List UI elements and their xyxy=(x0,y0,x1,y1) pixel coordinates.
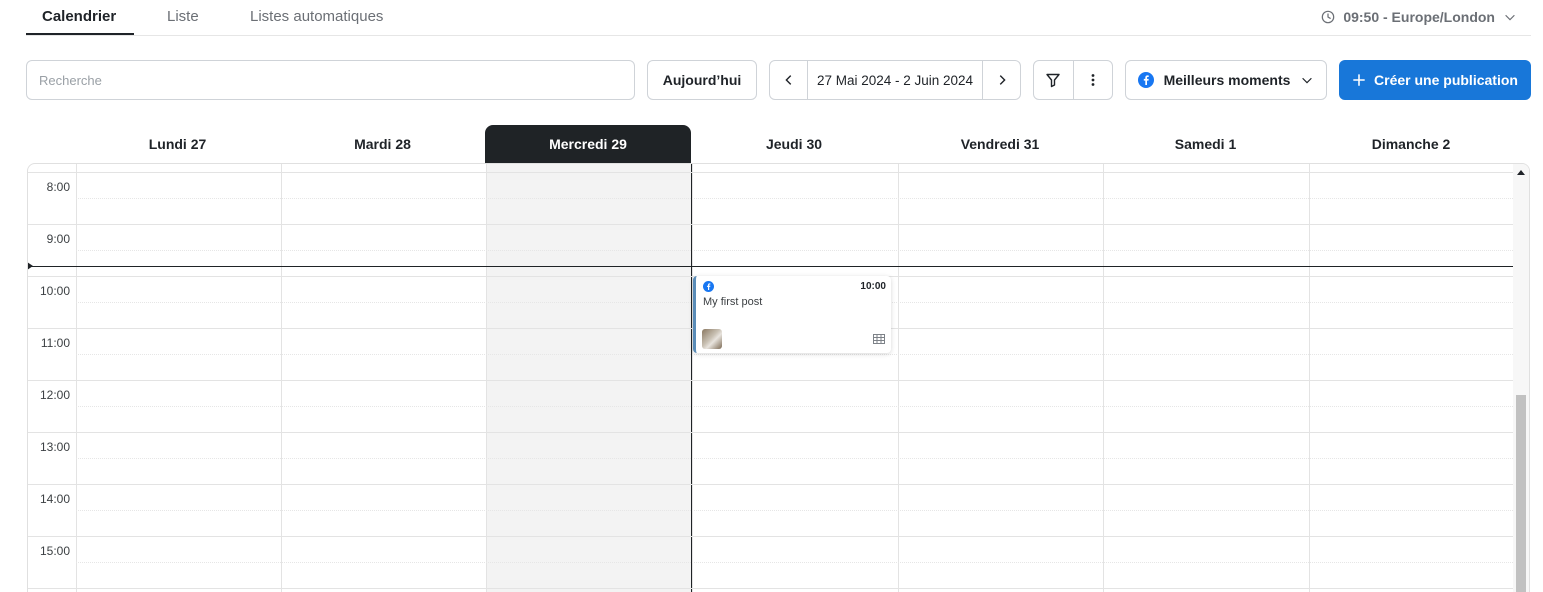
active-tab-indicator xyxy=(26,33,134,35)
scheduled-post-card[interactable]: 10:00 My first post xyxy=(693,276,891,353)
table-grid-icon xyxy=(873,334,885,344)
hour-label: 14:00 xyxy=(39,492,70,506)
create-post-label: Créer une publication xyxy=(1374,72,1518,88)
column-divider xyxy=(1103,164,1104,592)
post-text: My first post xyxy=(703,296,763,308)
timezone-label: 09:50 - Europe/London xyxy=(1343,9,1495,25)
half-hour-line xyxy=(76,406,1513,407)
tab-calendrier[interactable]: Calendrier xyxy=(42,8,116,25)
hour-line xyxy=(28,172,1513,173)
half-hour-line xyxy=(76,510,1513,511)
current-time-marker xyxy=(28,262,33,270)
tab-liste[interactable]: Liste xyxy=(167,8,199,25)
more-options-button[interactable] xyxy=(1074,61,1113,99)
hour-label: 12:00 xyxy=(39,388,70,402)
best-times-dropdown[interactable]: Meilleurs moments xyxy=(1125,60,1327,100)
column-divider xyxy=(1309,164,1310,592)
column-divider xyxy=(281,164,282,592)
half-hour-line xyxy=(76,198,1513,199)
filter-icon xyxy=(1046,73,1060,88)
half-hour-line xyxy=(76,250,1513,251)
day-header-monday: Lundi 27 xyxy=(148,136,207,152)
hour-line xyxy=(28,484,1513,485)
chevron-down-icon xyxy=(1302,77,1313,84)
column-divider xyxy=(486,164,487,592)
hour-line xyxy=(28,536,1513,537)
clock-icon xyxy=(1322,10,1335,24)
date-range-label: 27 Mai 2024 - 2 Juin 2024 xyxy=(816,72,974,88)
hour-label: 9:00 xyxy=(46,232,70,246)
hour-line xyxy=(28,224,1513,225)
day-header-friday: Vendredi 31 xyxy=(960,136,1040,152)
hour-label: 13:00 xyxy=(39,440,70,454)
today-column xyxy=(486,164,692,592)
day-header-tuesday: Mardi 28 xyxy=(354,136,411,152)
half-hour-line xyxy=(76,562,1513,563)
scroll-thumb[interactable] xyxy=(1516,395,1526,592)
hour-label: 10:00 xyxy=(39,284,70,298)
tab-listes-automatiques[interactable]: Listes automatiques xyxy=(250,8,383,25)
half-hour-line xyxy=(76,354,1513,355)
post-time: 10:00 xyxy=(860,281,886,292)
create-post-button[interactable]: Créer une publication xyxy=(1339,60,1531,100)
today-button[interactable]: Aujourd’hui xyxy=(647,60,757,100)
hour-label: 15:00 xyxy=(39,544,70,558)
facebook-icon xyxy=(703,281,714,292)
scroll-up-arrow[interactable] xyxy=(1517,170,1525,175)
chevron-down-icon xyxy=(1505,14,1515,21)
vertical-scrollbar[interactable] xyxy=(1513,164,1529,592)
facebook-icon xyxy=(1137,72,1154,88)
hour-label: 8:00 xyxy=(46,180,70,194)
previous-week-button[interactable] xyxy=(770,61,808,99)
date-range-navigator: 27 Mai 2024 - 2 Juin 2024 xyxy=(769,60,1021,100)
plus-icon xyxy=(1353,74,1365,86)
time-gutter-divider xyxy=(76,164,77,592)
hour-label: 11:00 xyxy=(40,336,70,350)
next-week-button[interactable] xyxy=(982,61,1020,99)
half-hour-line xyxy=(76,458,1513,459)
calendar-week-grid[interactable]: 8:00 9:00 10:00 11:00 12:00 13:00 14:00 … xyxy=(27,163,1530,592)
day-header-sunday: Dimanche 2 xyxy=(1371,136,1451,152)
day-header-saturday: Samedi 1 xyxy=(1174,136,1237,152)
day-header-thursday: Jeudi 30 xyxy=(765,136,823,152)
view-tabs: Calendrier Liste Listes automatiques 09:… xyxy=(26,0,1531,36)
filter-button[interactable] xyxy=(1034,61,1074,99)
chevron-left-icon xyxy=(784,75,791,85)
chevron-right-icon xyxy=(999,75,1006,85)
filter-options-group xyxy=(1033,60,1113,100)
hour-line xyxy=(28,380,1513,381)
hour-line xyxy=(28,588,1513,589)
day-header-wednesday-today: Mercredi 29 xyxy=(485,125,691,163)
best-times-label: Meilleurs moments xyxy=(1163,72,1291,88)
post-media-thumbnail xyxy=(702,329,722,349)
column-divider xyxy=(692,164,693,592)
hour-line xyxy=(28,432,1513,433)
column-divider xyxy=(898,164,899,592)
current-time-line xyxy=(28,266,1513,267)
timezone-selector[interactable]: 09:50 - Europe/London xyxy=(1321,9,1517,25)
search-input[interactable] xyxy=(26,60,635,100)
more-vertical-icon xyxy=(1091,74,1095,86)
